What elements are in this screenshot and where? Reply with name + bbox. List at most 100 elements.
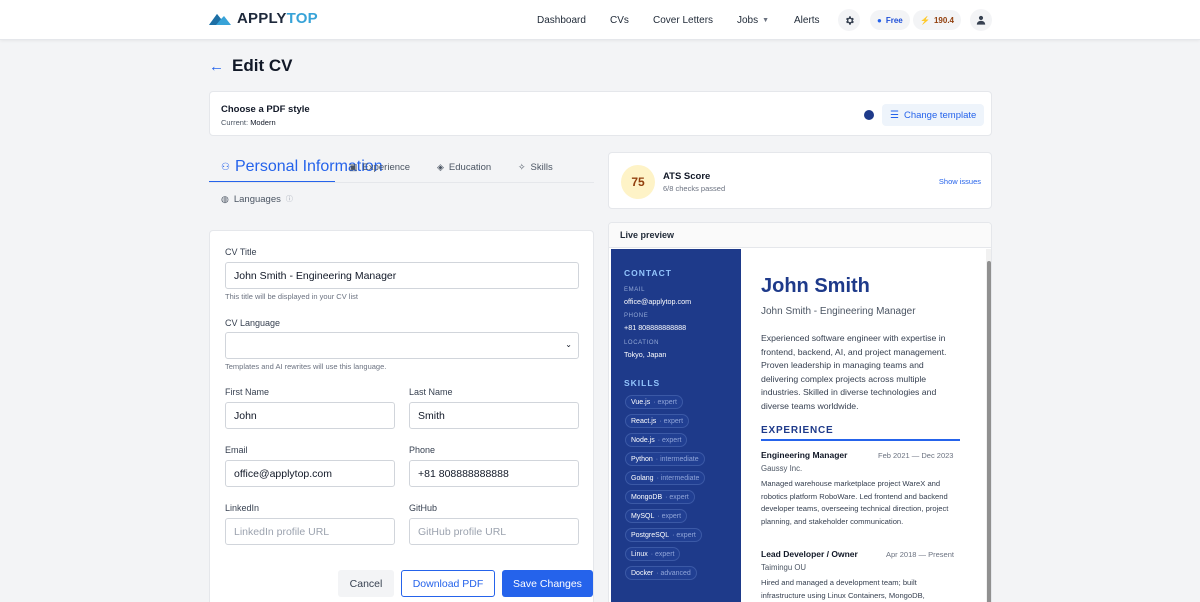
chevron-down-icon: ⌄ xyxy=(565,340,572,349)
cv-title-input[interactable]: John Smith - Engineering Manager xyxy=(225,262,579,289)
skill-chip: PostgreSQL · expert xyxy=(625,528,702,542)
job-dates: Feb 2021 — Dec 2023 xyxy=(878,451,954,460)
skill-name: MongoDB xyxy=(631,493,663,501)
job-description: Managed warehouse marketplace project Wa… xyxy=(761,479,949,526)
user-menu-button[interactable] xyxy=(970,9,992,31)
credits-value: 190.4 xyxy=(933,15,954,25)
live-preview-header: Live preview xyxy=(609,223,991,248)
tab-languages[interactable]: ◍ Languages ⓘ xyxy=(221,191,293,207)
skill-chip: Golang · intermediate xyxy=(625,471,706,485)
cancel-button[interactable]: Cancel xyxy=(338,570,394,597)
lines-icon: ☰ xyxy=(890,109,899,121)
page-header: ← Edit CV xyxy=(209,56,292,76)
scrollbar-thumb[interactable] xyxy=(987,261,991,602)
skill-name: MySQL xyxy=(631,512,655,520)
tab-experience[interactable]: ▣ Experience xyxy=(349,159,410,175)
skill-level: · advanced xyxy=(656,569,691,577)
cv-summary: Experienced software engineer with exper… xyxy=(761,333,947,411)
cv-language-label: CV Language xyxy=(225,318,281,328)
top-navigation-bar: APPLY TOP Dashboard CVs Cover Letters Job… xyxy=(0,0,1200,40)
last-name-input[interactable]: Smith xyxy=(409,402,579,429)
nav-cvs[interactable]: CVs xyxy=(610,15,629,26)
nav-dashboard[interactable]: Dashboard xyxy=(537,15,586,26)
tab-education[interactable]: ◈ Education xyxy=(437,159,491,175)
skill-level: · expert xyxy=(650,550,675,558)
location-key: LOCATION xyxy=(624,340,660,346)
ats-score-card: 75 ATS Score 6/8 checks passed Show issu… xyxy=(608,152,992,209)
ats-checks: 6/8 checks passed xyxy=(663,184,726,193)
skill-name: Golang xyxy=(631,474,654,482)
credits-badge[interactable]: ⚡ 190.4 xyxy=(913,10,961,30)
plan-badge[interactable]: ● Free xyxy=(870,10,910,30)
sparkle-icon: ✧ xyxy=(518,161,526,172)
live-preview-panel: Live preview CONTACT EMAIL office@applyt… xyxy=(608,222,992,602)
pdf-style-current: Current: Modern xyxy=(221,118,276,127)
ats-title: ATS Score xyxy=(663,171,711,182)
tabs-divider xyxy=(209,182,594,183)
skill-level: · intermediate xyxy=(656,474,700,482)
nav-alerts[interactable]: Alerts xyxy=(794,15,820,26)
skill-chip: MongoDB · expert xyxy=(625,490,695,504)
skill-level: · expert xyxy=(665,493,689,501)
skill-level: · expert xyxy=(672,531,696,539)
chevron-down-icon: ▼ xyxy=(762,16,770,24)
phone-label: Phone xyxy=(409,445,436,455)
skill-level: · expert xyxy=(653,398,677,406)
linkedin-label: LinkedIn xyxy=(225,503,260,513)
job-title: Lead Developer / Owner xyxy=(761,549,858,559)
theme-color-swatch[interactable] xyxy=(864,110,874,120)
skill-chip: Docker · advanced xyxy=(625,566,697,580)
contact-heading: CONTACT xyxy=(624,268,672,278)
plan-label: Free xyxy=(885,15,903,25)
current-label: Current: xyxy=(221,118,249,127)
preview-scrollbar[interactable] xyxy=(986,249,991,602)
job-company: Taimingu OU xyxy=(761,563,807,572)
back-arrow-icon[interactable]: ← xyxy=(209,58,224,75)
brand-logo[interactable]: APPLY TOP xyxy=(209,10,318,27)
cv-language-hint: Templates and AI rewrites will use this … xyxy=(225,362,387,371)
brand-name-part2: TOP xyxy=(286,10,318,27)
phone-value: +81 808888888888 xyxy=(624,323,687,332)
email-input[interactable]: office@applytop.com xyxy=(225,460,395,487)
cv-title-hint: This title will be displayed in your CV … xyxy=(225,292,358,301)
show-issues-link[interactable]: Show issues xyxy=(939,177,981,186)
briefcase-icon: ▣ xyxy=(349,161,358,172)
job-dates: Apr 2018 — Present xyxy=(886,550,954,559)
plan-dot-icon: ● xyxy=(877,15,882,25)
cv-role: John Smith - Engineering Manager xyxy=(761,306,916,317)
linkedin-input[interactable]: LinkedIn profile URL xyxy=(225,518,395,545)
skill-name: Node.js xyxy=(631,436,655,444)
download-pdf-button[interactable]: Download PDF xyxy=(401,570,495,597)
ats-score-badge: 75 xyxy=(621,165,655,199)
cv-language-select[interactable]: ⌄ xyxy=(225,332,579,359)
person-icon: ⚇ xyxy=(221,161,230,173)
email-value: office@applytop.com xyxy=(624,297,692,306)
save-changes-button[interactable]: Save Changes xyxy=(502,570,593,597)
nav-cover-letters[interactable]: Cover Letters xyxy=(653,15,713,26)
last-name-label: Last Name xyxy=(409,387,453,397)
tab-skills[interactable]: ✧ Skills xyxy=(518,159,553,175)
phone-input[interactable]: +81 808888888888 xyxy=(409,460,579,487)
globe-icon: ◍ xyxy=(221,193,229,204)
pdf-style-card: Choose a PDF style Current: Modern ☰ Chan… xyxy=(209,91,992,136)
change-template-label: Change template xyxy=(903,109,977,121)
nav-jobs-dropdown[interactable]: Jobs ▼ xyxy=(737,0,769,40)
info-icon: ⓘ xyxy=(285,196,293,203)
tab-skills-label: Skills xyxy=(530,161,553,173)
job-company: Gaussy Inc. xyxy=(761,464,803,473)
job-description: Hired and managed a development team; bu… xyxy=(761,578,925,600)
user-avatar-icon xyxy=(976,15,986,25)
skill-name: Python xyxy=(631,455,653,463)
change-template-button[interactable]: ☰ Change template xyxy=(882,104,985,126)
tab-education-label: Education xyxy=(448,161,492,173)
first-name-input[interactable]: John xyxy=(225,402,395,429)
skill-name: Docker xyxy=(631,569,654,577)
cv-sidebar: CONTACT EMAIL office@applytop.com PHONE … xyxy=(611,249,741,602)
lightning-icon: ⚡ xyxy=(920,15,930,25)
github-input[interactable]: GitHub profile URL xyxy=(409,518,579,545)
settings-button[interactable] xyxy=(838,9,860,31)
github-label: GitHub xyxy=(409,503,438,513)
skill-chip: Linux · expert xyxy=(625,547,681,561)
first-name-label: First Name xyxy=(225,387,270,397)
email-key: EMAIL xyxy=(624,287,646,293)
